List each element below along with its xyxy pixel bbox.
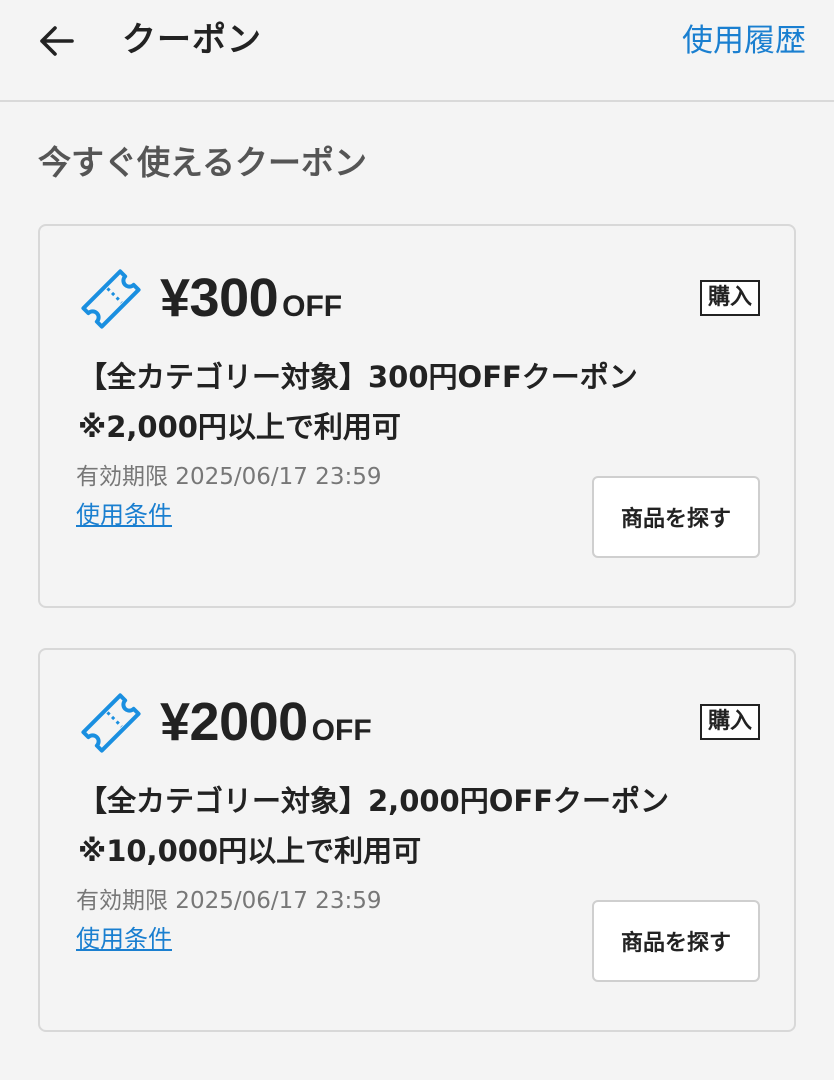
terms-link[interactable]: 使用条件: [76, 922, 172, 956]
discount-amount: ¥2000 OFF: [160, 690, 372, 767]
coupon-card: ¥300 OFF 購入 【全カテゴリー対象】300円OFFクーポン ※2,000円…: [38, 224, 796, 608]
off-label: OFF: [282, 290, 343, 323]
coupon-card: ¥2000 OFF 購入 【全カテゴリー対象】2,000円OFFクーポン ※10,…: [38, 648, 796, 1032]
purchase-badge: 購入: [699, 704, 760, 740]
discount-value: ¥2000: [160, 692, 308, 752]
coupon-title: 【全カテゴリー対象】300円OFFクーポン: [78, 360, 638, 394]
section-title-available-coupons: 今すぐ使えるクーポン: [38, 143, 368, 182]
find-products-button[interactable]: 商品を探す: [592, 900, 760, 982]
ticket-icon: [81, 693, 141, 753]
coupon-description: 【全カテゴリー対象】300円OFFクーポン ※2,000円以上で利用可: [78, 352, 768, 452]
purchase-badge: 購入: [699, 280, 760, 316]
usage-history-link[interactable]: 使用履歴: [682, 18, 806, 64]
terms-link[interactable]: 使用条件: [76, 498, 172, 532]
discount-value: ¥300: [160, 268, 279, 328]
back-button[interactable]: [30, 18, 82, 64]
top-app-bar: クーポン 使用履歴: [0, 0, 834, 102]
off-label: OFF: [311, 714, 372, 747]
expiry-date: 有効期限 2025/06/17 23:59: [76, 888, 382, 914]
coupon-condition: ※10,000円以上で利用可: [78, 834, 422, 868]
ticket-icon: [81, 269, 141, 329]
expiry-date: 有効期限 2025/06/17 23:59: [76, 464, 382, 490]
discount-amount: ¥300 OFF: [160, 266, 342, 343]
arrow-left-icon: [40, 26, 74, 56]
coupon-condition: ※2,000円以上で利用可: [78, 410, 401, 444]
coupon-description: 【全カテゴリー対象】2,000円OFFクーポン ※10,000円以上で利用可: [78, 776, 768, 876]
find-products-button[interactable]: 商品を探す: [592, 476, 760, 558]
coupon-title: 【全カテゴリー対象】2,000円OFFクーポン: [78, 784, 670, 818]
page-title: クーポン: [122, 20, 262, 60]
